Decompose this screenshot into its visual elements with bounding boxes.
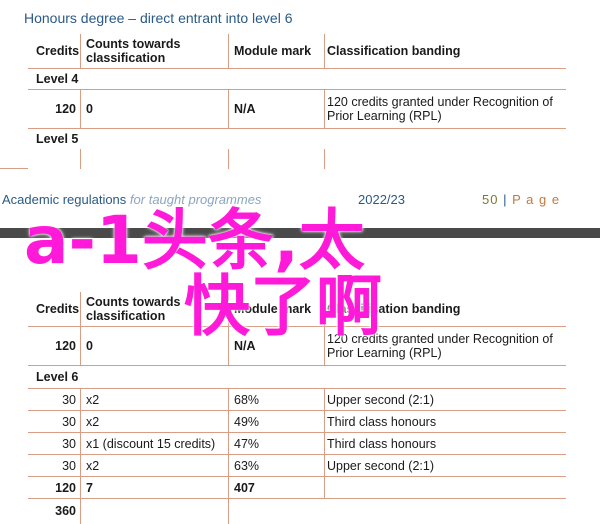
- mark-cell: 47%: [234, 436, 260, 451]
- table-row: 120 0 N/A 120 credits granted under Reco…: [28, 327, 566, 366]
- grand-total-credits: 360: [55, 503, 76, 518]
- banding-cell: 120 credits granted under Recognition of…: [327, 332, 553, 360]
- mark-cell: N/A: [234, 339, 256, 353]
- page-separator: |: [503, 192, 508, 207]
- column-divider: [228, 292, 229, 366]
- column-divider: [324, 90, 325, 129]
- overlay-line-1: a-1头条,太: [24, 202, 365, 279]
- banding-cell: Upper second (2:1): [327, 458, 435, 473]
- mark-cell: 63%: [234, 458, 260, 473]
- mark-cell: N/A: [234, 102, 256, 116]
- mark-cell: 68%: [234, 392, 260, 407]
- section-heading: Honours degree – direct entrant into lev…: [24, 10, 293, 26]
- grand-total-row: 360: [28, 499, 566, 522]
- table-header-row: Credits Counts towards classification Mo…: [28, 34, 566, 69]
- footer-page: 50 | P a g e: [482, 192, 560, 207]
- total-counts: 7: [86, 480, 93, 495]
- column-divider: [80, 149, 81, 169]
- credits-cell: 30: [62, 436, 76, 451]
- level-5-label: Level 5: [36, 132, 79, 146]
- counts-cell: x2: [86, 414, 100, 429]
- header-credits: Credits: [36, 302, 80, 316]
- credits-cell: 30: [62, 458, 76, 473]
- table-header-row: Credits Counts towards classification Mo…: [28, 292, 566, 327]
- level-row: Level 6: [28, 366, 566, 389]
- header-credits: Credits: [36, 44, 80, 58]
- header-banding: Classification banding: [327, 302, 461, 316]
- level-row: Level 5: [28, 129, 566, 149]
- banding-cell: 120 credits granted under Recognition of…: [327, 95, 553, 123]
- column-divider: [324, 34, 325, 69]
- counts-cell: x2: [86, 458, 100, 473]
- banding-cell: Upper second (2:1): [327, 392, 435, 407]
- banding-cell: Third class honours: [327, 436, 437, 451]
- counts-cell: 0: [86, 339, 93, 353]
- header-module-mark: Module mark: [234, 302, 312, 316]
- credits-cell: 30: [62, 414, 76, 429]
- counts-cell: x1 (discount 15 credits): [86, 436, 216, 451]
- footer-year: 2022/23: [358, 192, 405, 207]
- page-number: 50: [482, 192, 499, 207]
- header-counts: Counts towards classification: [86, 37, 181, 65]
- counts-cell: x2: [86, 392, 100, 407]
- column-divider: [80, 292, 81, 366]
- credits-cell: 120: [55, 339, 76, 353]
- column-divider: [80, 90, 81, 129]
- totals-row: 120 7 407: [28, 477, 566, 499]
- divider: [0, 168, 28, 169]
- header-counts: Counts towards classification: [86, 295, 181, 323]
- total-credits: 120: [55, 480, 76, 495]
- column-divider: [80, 389, 81, 524]
- footer-title-main: Academic regulations: [2, 192, 127, 207]
- banding-cell: Third class honours: [327, 414, 437, 429]
- credits-cell: 120: [55, 102, 76, 116]
- table-row: 30 x2 68% Upper second (2:1): [28, 389, 566, 411]
- column-divider: [324, 389, 325, 499]
- footer-title: Academic regulations for taught programm…: [2, 192, 261, 207]
- counts-cell: 0: [86, 102, 93, 116]
- column-divider: [228, 34, 229, 69]
- footer-title-italic: for taught programmes: [129, 192, 262, 207]
- column-divider: [324, 149, 325, 169]
- table-row: 30 x1 (discount 15 credits) 47% Third cl…: [28, 433, 566, 455]
- mark-cell: 49%: [234, 414, 260, 429]
- column-divider: [324, 292, 325, 366]
- table-row: 30 x2 49% Third class honours: [28, 411, 566, 433]
- table-row: 120 0 N/A 120 credits granted under Reco…: [28, 90, 566, 129]
- total-mark: 407: [234, 480, 255, 495]
- column-divider: [228, 90, 229, 129]
- table-row: 30 x2 63% Upper second (2:1): [28, 455, 566, 477]
- column-divider: [228, 149, 229, 169]
- column-divider: [80, 34, 81, 69]
- credits-cell: 30: [62, 392, 76, 407]
- header-banding: Classification banding: [327, 44, 461, 58]
- column-divider: [228, 389, 229, 524]
- header-module-mark: Module mark: [234, 44, 312, 58]
- level-4-label: Level 4: [36, 72, 79, 86]
- level-6-label: Level 6: [36, 370, 79, 384]
- page-word: P a g e: [512, 192, 561, 207]
- level-row: Level 4: [28, 69, 566, 90]
- page-break-band: [0, 228, 600, 238]
